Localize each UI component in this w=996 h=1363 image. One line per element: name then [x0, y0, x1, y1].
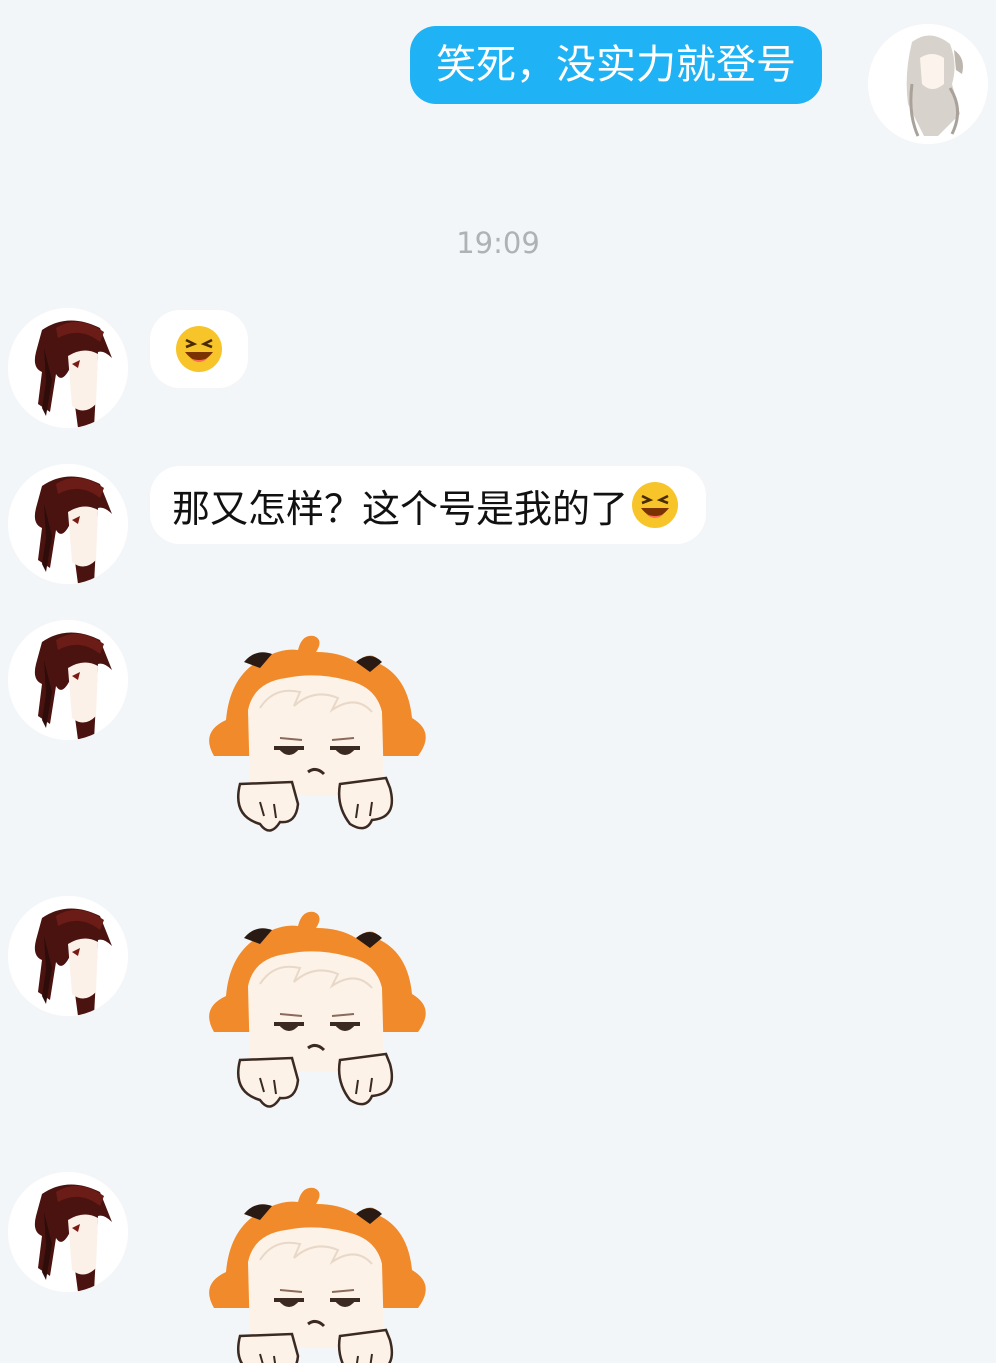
outgoing-message-text: 笑死，没实力就登号	[436, 42, 796, 88]
dark-red-hair-anime-avatar-icon[interactable]	[8, 464, 128, 584]
dark-red-hair-anime-avatar-icon[interactable]	[8, 1172, 128, 1292]
incoming-emoji-bubble[interactable]	[150, 310, 248, 388]
laughing-face-emoji-icon	[630, 480, 680, 530]
laughing-face-emoji-icon	[174, 324, 224, 374]
incoming-message-text: 那又怎样？这个号是我的了	[172, 486, 629, 531]
orange-hair-chibi-sticker-icon[interactable]	[190, 628, 440, 848]
message-timestamp: 19:09	[456, 226, 540, 260]
incoming-message-bubble[interactable]: 那又怎样？这个号是我的了	[150, 466, 707, 544]
orange-hair-chibi-sticker-icon[interactable]	[190, 904, 440, 1124]
chat-window[interactable]: 笑死，没实力就登号 19:09 那又怎样？这个号是我的了	[0, 0, 996, 1363]
dark-red-hair-anime-avatar-icon[interactable]	[8, 308, 128, 428]
outgoing-message-bubble[interactable]: 笑死，没实力就登号	[410, 26, 822, 104]
white-hair-anime-avatar-icon[interactable]	[868, 24, 988, 144]
dark-red-hair-anime-avatar-icon[interactable]	[8, 620, 128, 740]
orange-hair-chibi-sticker-icon[interactable]	[190, 1180, 440, 1363]
dark-red-hair-anime-avatar-icon[interactable]	[8, 896, 128, 1016]
